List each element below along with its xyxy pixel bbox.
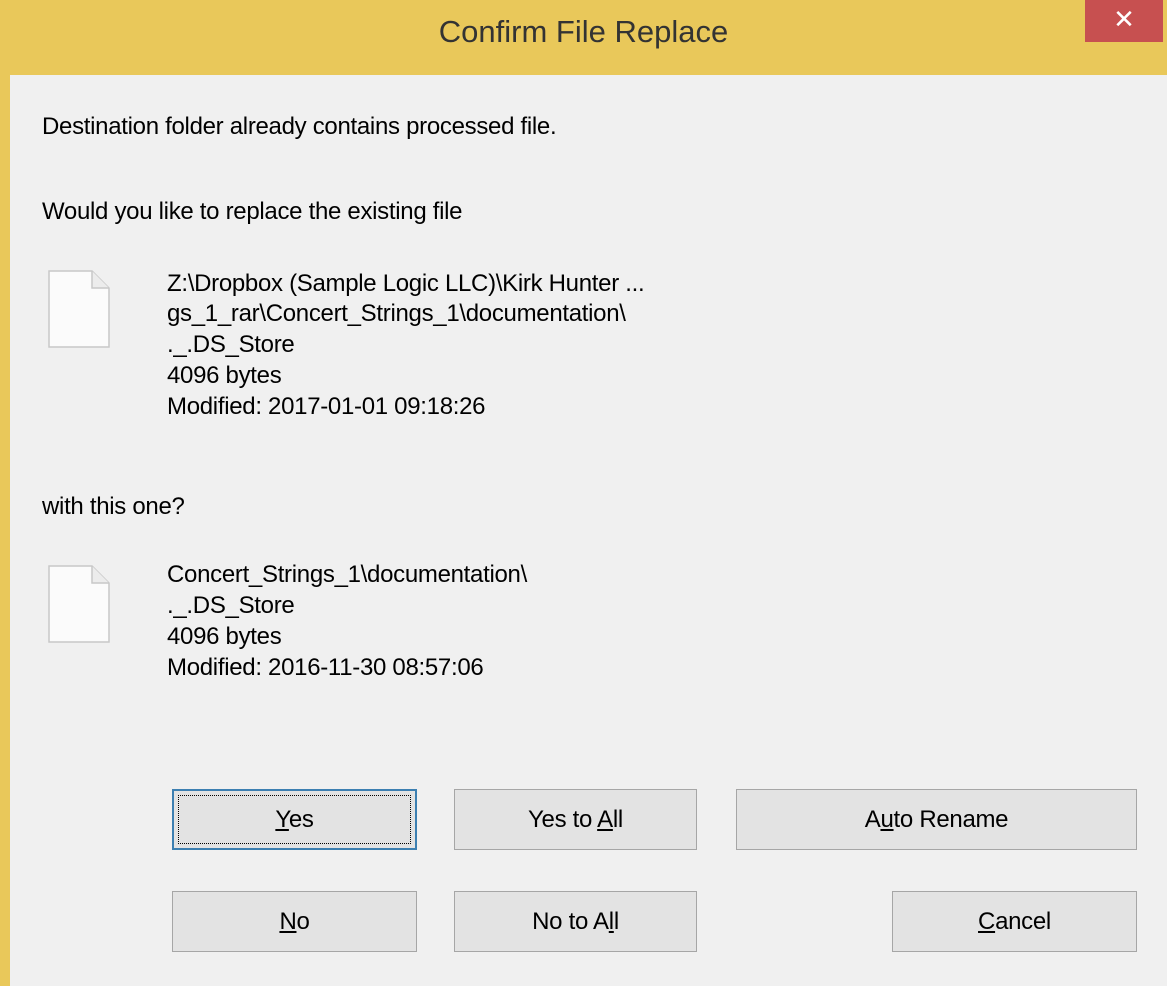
no-button[interactable]: No [172,891,417,952]
new-file-path: Concert_Strings_1\documentation\ [167,561,527,588]
message-with-this-one: with this one? [42,493,185,520]
no-to-all-button-label: No to All [532,907,619,935]
file-icon [48,270,110,348]
new-file-size: 4096 bytes [167,623,282,650]
file-icon [48,565,110,643]
yes-button-label: Yes [275,805,314,833]
dialog-body: Destination folder already contains proc… [10,75,1167,986]
existing-file-path-line-1: Z:\Dropbox (Sample Logic LLC)\Kirk Hunte… [167,270,645,297]
new-file-modified: Modified: 2016-11-30 08:57:06 [167,654,484,681]
yes-button[interactable]: Yes [172,789,417,850]
auto-rename-button[interactable]: Auto Rename [736,789,1137,850]
confirm-file-replace-dialog: Confirm File Replace ✕ Destination folde… [0,0,1167,986]
message-destination-contains: Destination folder already contains proc… [42,113,557,140]
dialog-title: Confirm File Replace [438,14,729,49]
yes-to-all-button[interactable]: Yes to All [454,789,697,850]
no-to-all-button[interactable]: No to All [454,891,697,952]
existing-file-modified: Modified: 2017-01-01 09:18:26 [167,393,486,420]
close-icon: ✕ [1113,4,1135,34]
cancel-button[interactable]: Cancel [892,891,1137,952]
cancel-button-label: Cancel [978,907,1051,935]
title-bar[interactable]: Confirm File Replace ✕ [0,0,1167,75]
close-button[interactable]: ✕ [1085,0,1163,42]
new-file-name: ._.DS_Store [167,592,295,619]
message-replace-question: Would you like to replace the existing f… [42,198,463,225]
yes-to-all-button-label: Yes to All [528,805,623,833]
existing-file-name: ._.DS_Store [167,331,295,358]
no-button-label: No [279,907,310,935]
existing-file-path-line-2: gs_1_rar\Concert_Strings_1\documentation… [167,300,626,327]
auto-rename-button-label: Auto Rename [864,805,1009,833]
existing-file-size: 4096 bytes [167,362,282,389]
